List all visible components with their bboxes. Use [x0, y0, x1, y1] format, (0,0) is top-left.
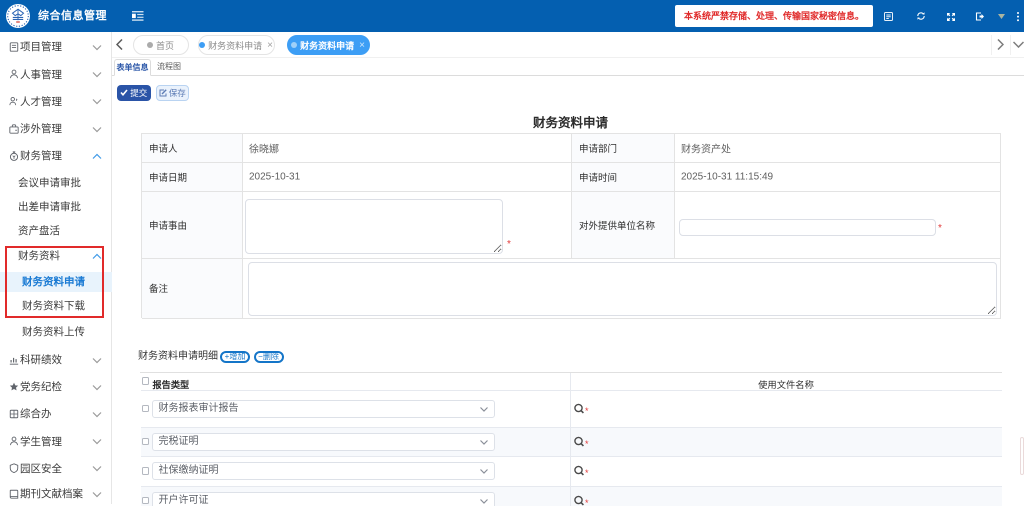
svg-text:*: *	[585, 468, 589, 478]
svg-text:*: *	[585, 439, 589, 449]
svg-text:*: *	[585, 498, 589, 506]
svg-text:*: *	[585, 406, 589, 416]
